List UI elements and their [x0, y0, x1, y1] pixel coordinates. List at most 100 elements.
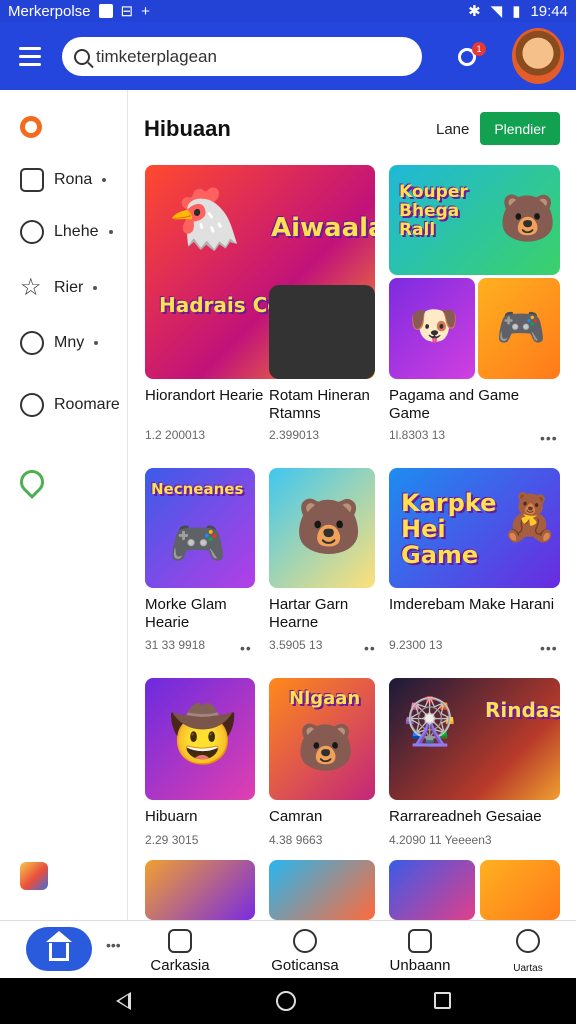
game-tile-11[interactable] [269, 860, 375, 920]
clock: 19:44 [530, 2, 568, 20]
back-icon[interactable] [116, 992, 131, 1010]
sim-icon: ⊟ [120, 3, 134, 20]
sidebar-item-label: Mny [54, 334, 85, 351]
bear-icon: 🐻 [297, 721, 355, 773]
game-title[interactable]: Rarrareadneh Gesaiae [389, 808, 560, 826]
game-title[interactable]: Rotam Hineran Rtamns [269, 387, 389, 423]
star-icon: ☆ [20, 274, 42, 301]
sidebar-item-lhehe[interactable]: Lhehe [0, 212, 128, 252]
game-title[interactable]: Camran [269, 808, 389, 826]
shield-icon [293, 929, 317, 953]
sidebar-item-label: Rier [54, 279, 84, 296]
bear-icon: 🐻 [295, 497, 363, 557]
app-bar: 1 [0, 22, 576, 90]
game-tile-3a[interactable]: 🐶 [389, 278, 475, 379]
bluetooth-icon: ✱ [468, 3, 481, 20]
game-tile-1[interactable]: 🐔 Aiwaala Hadrais Ceanns [145, 165, 375, 379]
game-title[interactable]: Pagama and Game Game [389, 387, 560, 423]
game-meta: 4.38 9663 [269, 833, 323, 847]
game-title[interactable]: Hartar Garn Hearne [269, 596, 389, 632]
game-tile-2[interactable]: Kouper Bhega Rall 🐻 [389, 165, 560, 275]
game-tile-5[interactable]: 🐻 [269, 468, 375, 588]
controller-icon [408, 929, 432, 953]
notification-count: 1 [472, 42, 486, 56]
sidebar-item-label: Lhehe [54, 223, 99, 240]
game-meta: 31 33 9918 [145, 638, 206, 652]
bullet-icon [108, 230, 113, 234]
nav-tab-uartas[interactable]: Uartas [500, 921, 556, 979]
app-logo-icon[interactable] [20, 116, 42, 138]
dog-icon: 🐶 [409, 304, 459, 348]
game-meta: 1l.8303 13 [389, 428, 446, 442]
sidebar-item-rona[interactable]: Rona [0, 160, 128, 200]
search-input[interactable] [96, 46, 396, 67]
tile-art-text: Karpke Hei Game [401, 489, 497, 569]
nav-tab-label: Uartas [513, 963, 543, 974]
game-tile-12[interactable] [389, 860, 475, 920]
chat-icon [20, 331, 44, 355]
nav-tab-carkasia[interactable]: Carkasia [140, 921, 220, 979]
bullet-icon [93, 286, 98, 290]
game-meta: 2.399013 [269, 428, 320, 442]
game-meta: 4.2090 11 Yeeeen3 [389, 833, 492, 847]
nav-tab-label: Goticansa [271, 957, 339, 974]
game-tile-3b[interactable]: 🎮 [478, 278, 560, 379]
tile-art-text: Necneanes [151, 480, 244, 498]
game-title[interactable]: Imderebam Make Harani [389, 596, 560, 614]
menu-icon[interactable] [0, 22, 60, 90]
notification-button[interactable]: 1 [454, 42, 486, 72]
recent-apps-icon[interactable] [434, 992, 451, 1009]
sidebar-item-mny[interactable]: Mny [0, 323, 128, 363]
frame-icon [20, 168, 44, 192]
game-tile-8[interactable]: Nlgaan 🐻 [269, 678, 375, 800]
game-meta: 9.2300 13 [389, 638, 443, 652]
search-bar[interactable] [62, 37, 422, 76]
more-icon[interactable]: •• [364, 640, 376, 656]
more-icon[interactable]: •• [240, 640, 252, 656]
nav-tab-unbaann[interactable]: Unbaann [380, 921, 460, 979]
more-icon[interactable]: ••• [106, 937, 121, 953]
more-icon[interactable]: ••• [540, 430, 558, 446]
status-bar: Merkerpolse ⊟ + ✱ ◥ ▮ 19:44 [0, 0, 576, 22]
tile-art-text: Nlgaan [289, 688, 361, 709]
wheel-icon: 🎡 [401, 695, 459, 747]
add-icon: + [141, 2, 150, 20]
sidebar-item-label: Rona [54, 171, 93, 188]
game-title[interactable]: Morke Glam Hearie [145, 596, 265, 632]
game-tile-10[interactable] [145, 860, 255, 920]
game-meta: 3.5905 13 [269, 638, 323, 652]
game-tile-7[interactable]: 🤠 [145, 678, 255, 800]
nav-tab-goticansa[interactable]: Goticansa [262, 921, 348, 979]
nav-tab-label: Unbaann [389, 957, 451, 974]
bear-icon: 🧸 [501, 491, 559, 543]
game-tile-13[interactable] [480, 860, 560, 920]
game-meta: 1.2 200013 [145, 428, 206, 442]
more-icon[interactable]: ••• [540, 640, 558, 656]
sidebar-item-roomare[interactable]: Roomare [0, 385, 128, 425]
game-tile-9[interactable]: Rindass 🎡 [389, 678, 560, 800]
carrier-label: Merkerpolse [8, 2, 91, 20]
bottom-navigation: ••• Carkasia Goticansa Unbaann Uartas [0, 920, 576, 978]
app-shortcut-icon[interactable] [20, 862, 48, 890]
game-tile-6[interactable]: Karpke Hei Game 🧸 [389, 468, 560, 588]
person-icon [20, 393, 44, 417]
notification-badge-icon [98, 4, 113, 18]
search-icon [74, 48, 90, 65]
game-tile-4[interactable]: Necneanes 🎮 [145, 468, 255, 588]
controller-icon: 🎮 [496, 306, 546, 350]
character-icon: 🐔 [167, 185, 242, 252]
action-button[interactable]: Plendier [480, 112, 560, 145]
home-circle-icon[interactable] [276, 991, 296, 1011]
sidebar-item-rier[interactable]: ☆ Rier [0, 268, 128, 308]
map-pin-icon[interactable] [15, 465, 49, 499]
home-button[interactable] [26, 927, 92, 971]
game-title[interactable]: Hibuarn [145, 808, 265, 826]
sidebar-item-label: Roomare [54, 396, 120, 413]
lane-link[interactable]: Lane [436, 121, 469, 138]
wifi-icon: ◥ [490, 3, 503, 20]
tile-art-text: Kouper Bhega Rall [399, 182, 468, 240]
battery-icon: ▮ [512, 3, 521, 20]
gamepad-icon [168, 929, 192, 953]
game-meta: 2.29 3015 [145, 833, 199, 847]
avatar[interactable] [512, 28, 564, 84]
